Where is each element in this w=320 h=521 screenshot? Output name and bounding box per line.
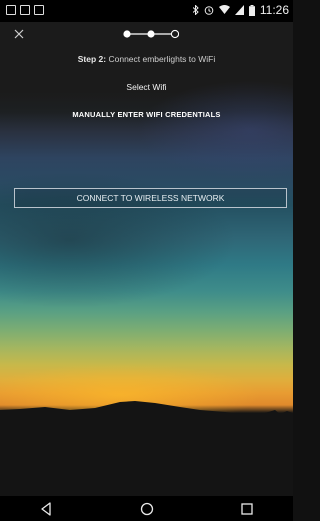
close-icon[interactable] — [10, 25, 28, 43]
recents-icon[interactable] — [238, 500, 256, 518]
wifi-icon — [218, 5, 230, 14]
back-icon[interactable] — [38, 500, 56, 518]
step-description: Connect emberlights to WiFi — [106, 54, 216, 64]
alarm-icon — [204, 6, 214, 15]
select-wifi-heading: Select Wifi — [126, 82, 167, 92]
status-bar: 11:26 — [0, 0, 293, 22]
image-icon — [20, 5, 30, 15]
step-3-dot — [170, 29, 179, 39]
step-2-dot — [147, 30, 155, 38]
screen: 11:26 Step 2: Connect emberlights to WiF… — [0, 0, 293, 521]
step-title: Step 2: Connect emberlights to WiFi — [0, 54, 293, 64]
manual-wifi-credentials-link[interactable]: MANUALLY ENTER WIFI CREDENTIALS — [0, 110, 293, 119]
notification-icon — [6, 5, 16, 15]
bluetooth-icon — [192, 5, 199, 15]
navigation-bar — [0, 496, 293, 521]
home-icon[interactable] — [138, 500, 156, 518]
step-label: Step 2: — [77, 54, 107, 64]
connect-wireless-network-button[interactable]: CONNECT TO WIRELESS NETWORK — [14, 188, 287, 208]
screenshot-icon — [34, 5, 44, 15]
battery-icon — [248, 4, 255, 16]
step-1-dot — [123, 30, 131, 38]
hill-silhouette — [0, 401, 293, 496]
clock-time: 11:26 — [259, 3, 289, 17]
step-progress-indicator — [123, 29, 179, 39]
signal-icon — [234, 5, 244, 15]
